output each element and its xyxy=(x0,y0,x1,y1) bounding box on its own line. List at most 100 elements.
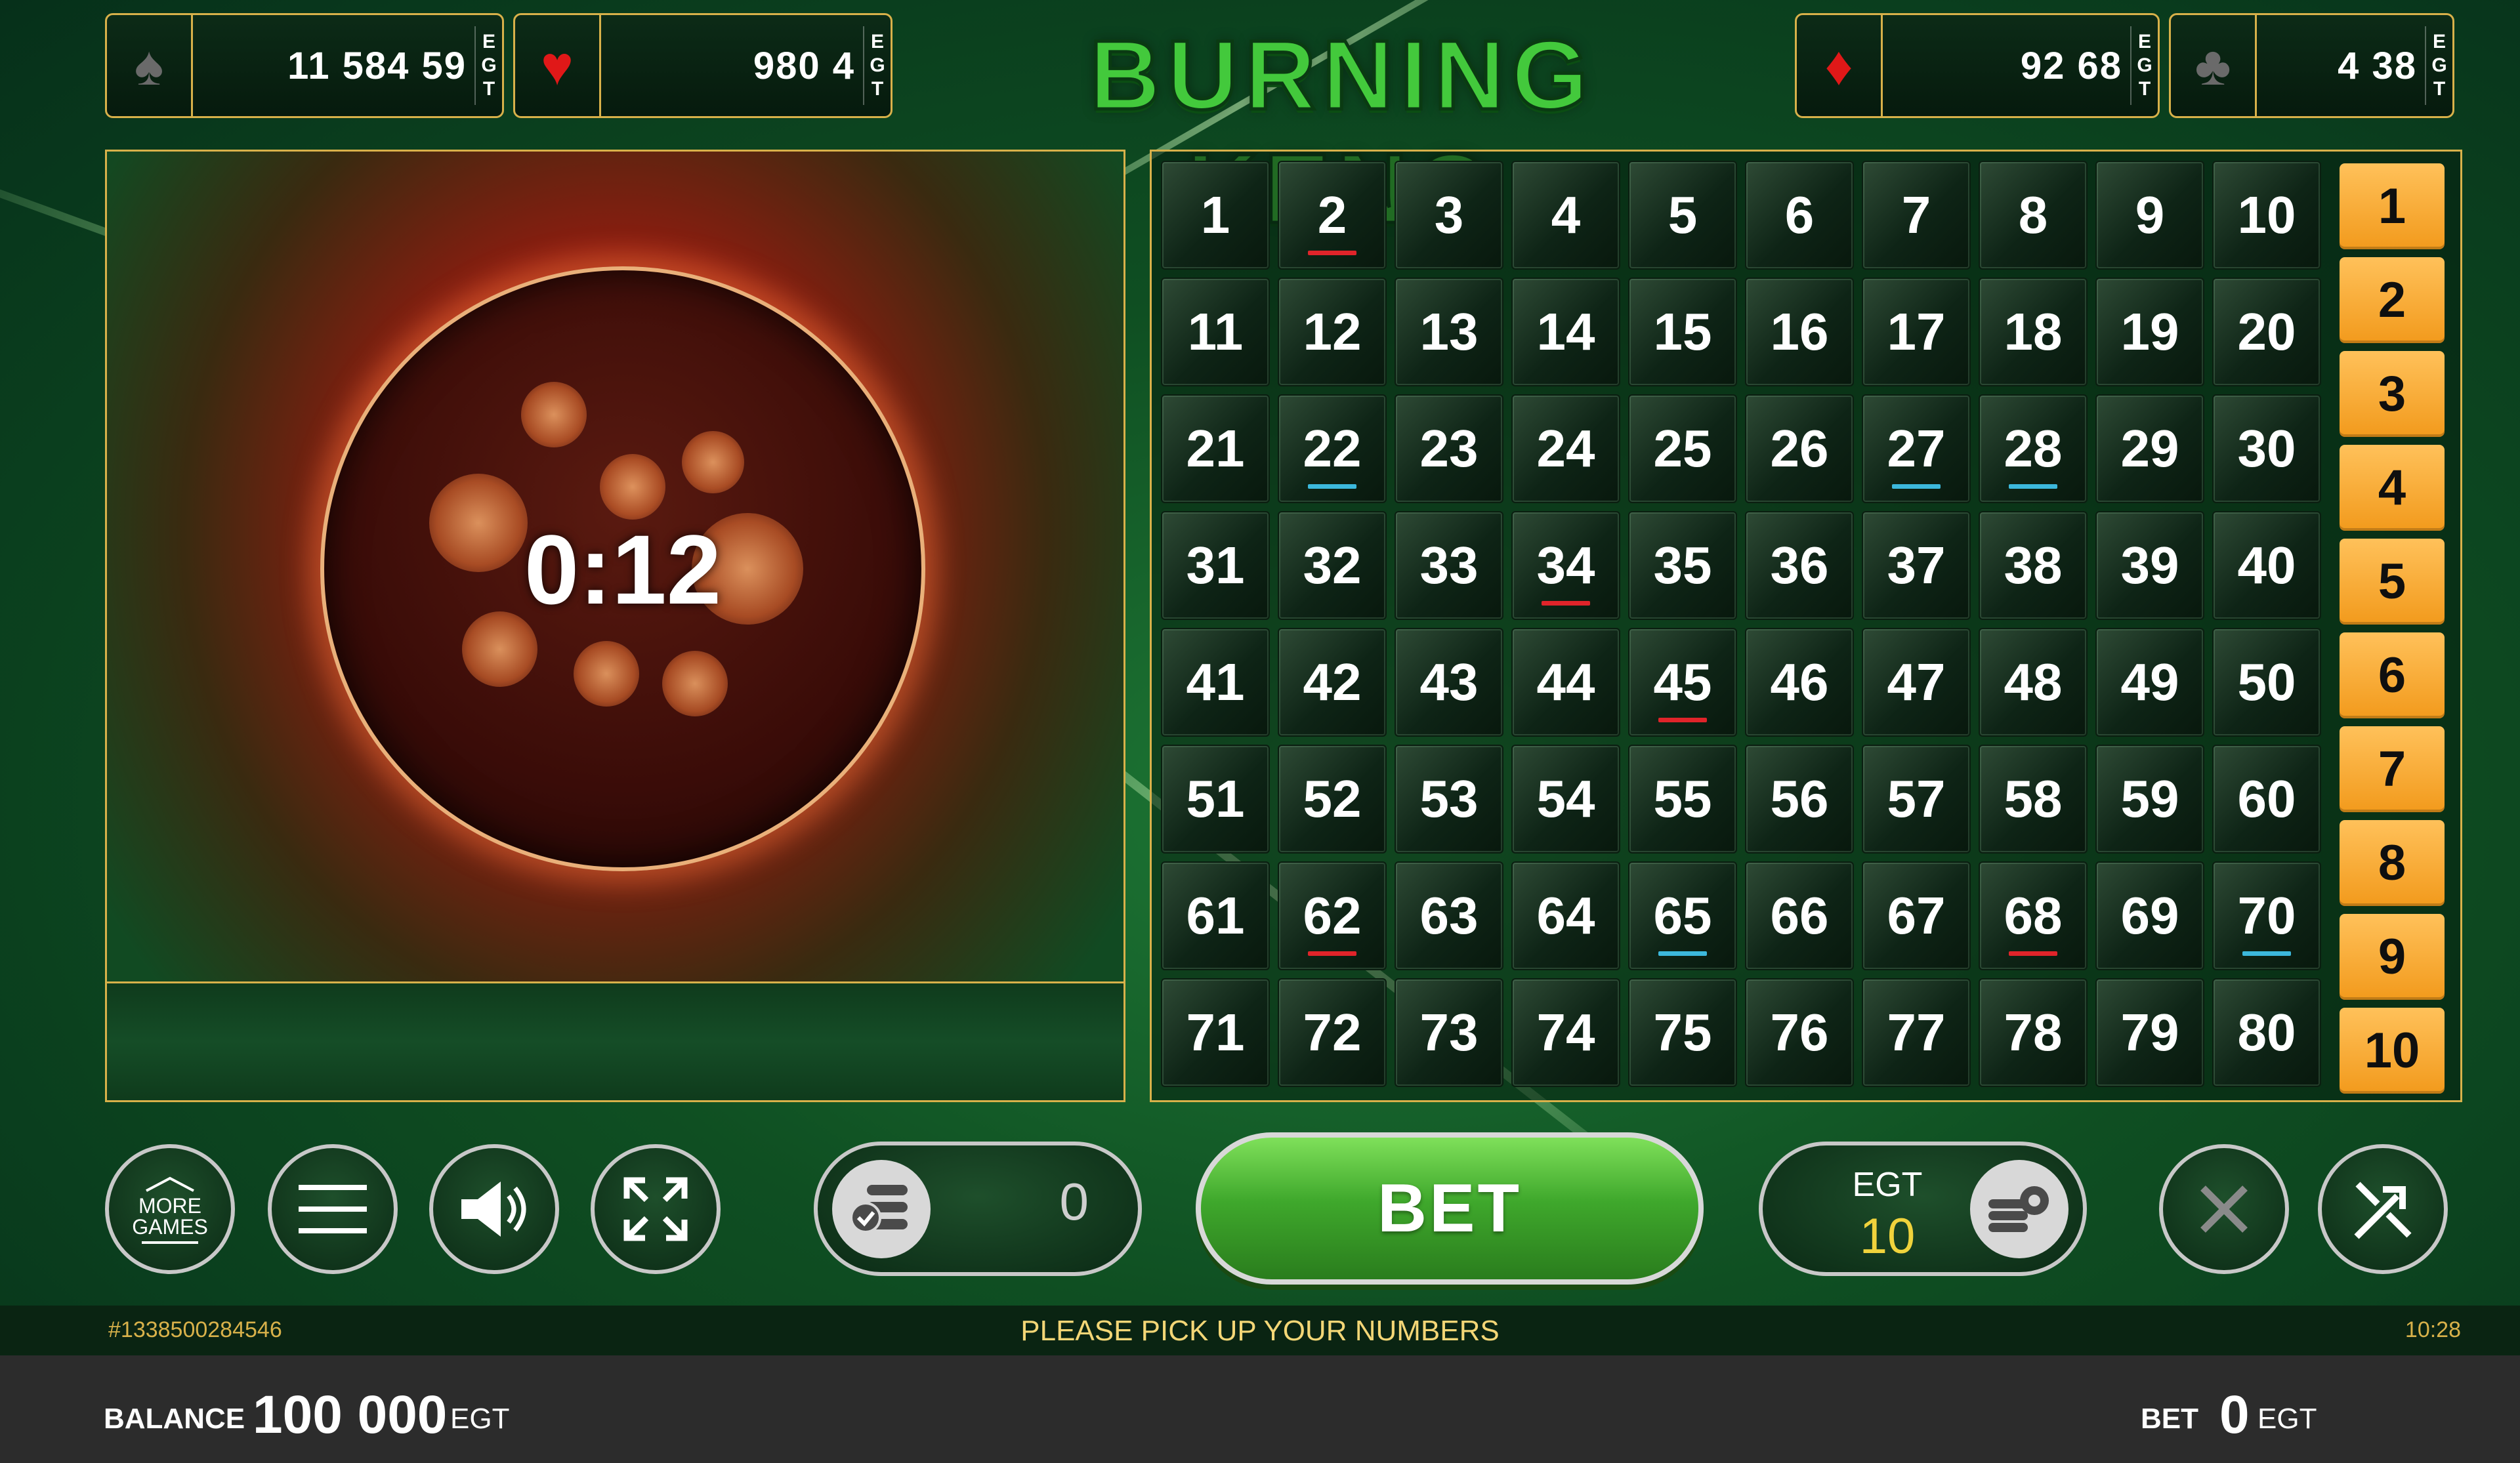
number-cell[interactable]: 57 xyxy=(1862,745,1971,854)
number-cell[interactable]: 77 xyxy=(1862,978,1971,1087)
number-cell[interactable]: 19 xyxy=(2095,278,2204,386)
number-cell[interactable]: 38 xyxy=(1979,511,2088,620)
number-cell[interactable]: 71 xyxy=(1161,978,1270,1087)
number-cell[interactable]: 1 xyxy=(1161,161,1270,270)
number-cell[interactable]: 39 xyxy=(2095,511,2204,620)
pick-count-button[interactable]: 6 xyxy=(2340,632,2445,718)
number-cell[interactable]: 22 xyxy=(1278,394,1387,503)
number-cell[interactable]: 15 xyxy=(1628,278,1737,386)
number-cell[interactable]: 42 xyxy=(1278,628,1387,737)
number-cell[interactable]: 17 xyxy=(1862,278,1971,386)
number-cell[interactable]: 59 xyxy=(2095,745,2204,854)
pick-count-button[interactable]: 2 xyxy=(2340,257,2445,343)
number-cell[interactable]: 61 xyxy=(1161,861,1270,970)
number-cell[interactable]: 80 xyxy=(2212,978,2321,1087)
number-cell[interactable]: 36 xyxy=(1745,511,1854,620)
menu-button[interactable] xyxy=(268,1144,398,1274)
number-cell[interactable]: 34 xyxy=(1511,511,1620,620)
number-cell[interactable]: 8 xyxy=(1979,161,2088,270)
number-cell[interactable]: 52 xyxy=(1278,745,1387,854)
number-cell[interactable]: 68 xyxy=(1979,861,2088,970)
number-cell[interactable]: 5 xyxy=(1628,161,1737,270)
number-cell[interactable]: 62 xyxy=(1278,861,1387,970)
number-cell[interactable]: 79 xyxy=(2095,978,2204,1087)
number-cell[interactable]: 21 xyxy=(1161,394,1270,503)
number-cell[interactable]: 66 xyxy=(1745,861,1854,970)
number-cell[interactable]: 10 xyxy=(2212,161,2321,270)
number-cell[interactable]: 73 xyxy=(1395,978,1503,1087)
number-cell[interactable]: 48 xyxy=(1979,628,2088,737)
pick-count-button[interactable]: 9 xyxy=(2340,914,2445,1000)
number-cell[interactable]: 3 xyxy=(1395,161,1503,270)
number-cell[interactable]: 50 xyxy=(2212,628,2321,737)
number-cell[interactable]: 2 xyxy=(1278,161,1387,270)
fullscreen-button[interactable] xyxy=(591,1144,721,1274)
number-cell[interactable]: 30 xyxy=(2212,394,2321,503)
pick-count-button[interactable]: 8 xyxy=(2340,820,2445,906)
number-cell[interactable]: 14 xyxy=(1511,278,1620,386)
number-cell[interactable]: 47 xyxy=(1862,628,1971,737)
pick-count-button[interactable]: 7 xyxy=(2340,726,2445,812)
number-cell[interactable]: 51 xyxy=(1161,745,1270,854)
number-cell[interactable]: 11 xyxy=(1161,278,1270,386)
pick-count-button[interactable]: 10 xyxy=(2340,1008,2445,1094)
number-cell[interactable]: 32 xyxy=(1278,511,1387,620)
number-cell[interactable]: 31 xyxy=(1161,511,1270,620)
balance-currency: EGT xyxy=(450,1403,510,1435)
number-cell[interactable]: 29 xyxy=(2095,394,2204,503)
number-cell[interactable]: 60 xyxy=(2212,745,2321,854)
number-cell[interactable]: 53 xyxy=(1395,745,1503,854)
pick-count-button[interactable]: 4 xyxy=(2340,445,2445,531)
number-cell[interactable]: 75 xyxy=(1628,978,1737,1087)
number-cell[interactable]: 41 xyxy=(1161,628,1270,737)
number-cell[interactable]: 58 xyxy=(1979,745,2088,854)
number-cell[interactable]: 44 xyxy=(1511,628,1620,737)
sound-button[interactable] xyxy=(429,1144,559,1274)
number-cell[interactable]: 46 xyxy=(1745,628,1854,737)
number-cell[interactable]: 67 xyxy=(1862,861,1971,970)
pick-count-button[interactable]: 3 xyxy=(2340,351,2445,437)
number-cell[interactable]: 20 xyxy=(2212,278,2321,386)
number-cell[interactable]: 33 xyxy=(1395,511,1503,620)
number-cell[interactable]: 35 xyxy=(1628,511,1737,620)
number-cell[interactable]: 43 xyxy=(1395,628,1503,737)
number-cell[interactable]: 13 xyxy=(1395,278,1503,386)
number-cell[interactable]: 4 xyxy=(1511,161,1620,270)
number-cell[interactable]: 9 xyxy=(2095,161,2204,270)
number-cell[interactable]: 16 xyxy=(1745,278,1854,386)
number-cell[interactable]: 70 xyxy=(2212,861,2321,970)
autoplay-control[interactable]: 0 xyxy=(814,1142,1142,1276)
pick-count-button[interactable]: 1 xyxy=(2340,163,2445,249)
number-cell[interactable]: 12 xyxy=(1278,278,1387,386)
number-cell[interactable]: 72 xyxy=(1278,978,1387,1087)
number-cell[interactable]: 25 xyxy=(1628,394,1737,503)
number-cell[interactable]: 63 xyxy=(1395,861,1503,970)
number-cell[interactable]: 7 xyxy=(1862,161,1971,270)
number-cell[interactable]: 45 xyxy=(1628,628,1737,737)
number-cell[interactable]: 76 xyxy=(1745,978,1854,1087)
pick-count-button[interactable]: 5 xyxy=(2340,539,2445,625)
clear-button[interactable] xyxy=(2159,1144,2289,1274)
number-cell[interactable]: 56 xyxy=(1745,745,1854,854)
number-cell[interactable]: 64 xyxy=(1511,861,1620,970)
bet-button[interactable]: BET xyxy=(1196,1132,1704,1285)
number-cell[interactable]: 27 xyxy=(1862,394,1971,503)
number-cell[interactable]: 78 xyxy=(1979,978,2088,1087)
number-cell[interactable]: 65 xyxy=(1628,861,1737,970)
number-cell[interactable]: 24 xyxy=(1511,394,1620,503)
more-games-button[interactable]: MORE GAMES xyxy=(105,1144,235,1274)
stake-control[interactable]: EGT 10 xyxy=(1759,1142,2087,1276)
number-cell[interactable]: 40 xyxy=(2212,511,2321,620)
number-cell[interactable]: 69 xyxy=(2095,861,2204,970)
number-cell[interactable]: 6 xyxy=(1745,161,1854,270)
number-cell[interactable]: 18 xyxy=(1979,278,2088,386)
number-cell[interactable]: 55 xyxy=(1628,745,1737,854)
quick-pick-button[interactable] xyxy=(2318,1144,2448,1274)
number-cell[interactable]: 23 xyxy=(1395,394,1503,503)
number-cell[interactable]: 54 xyxy=(1511,745,1620,854)
number-cell[interactable]: 74 xyxy=(1511,978,1620,1087)
number-cell[interactable]: 26 xyxy=(1745,394,1854,503)
number-cell[interactable]: 28 xyxy=(1979,394,2088,503)
number-cell[interactable]: 49 xyxy=(2095,628,2204,737)
number-cell[interactable]: 37 xyxy=(1862,511,1971,620)
